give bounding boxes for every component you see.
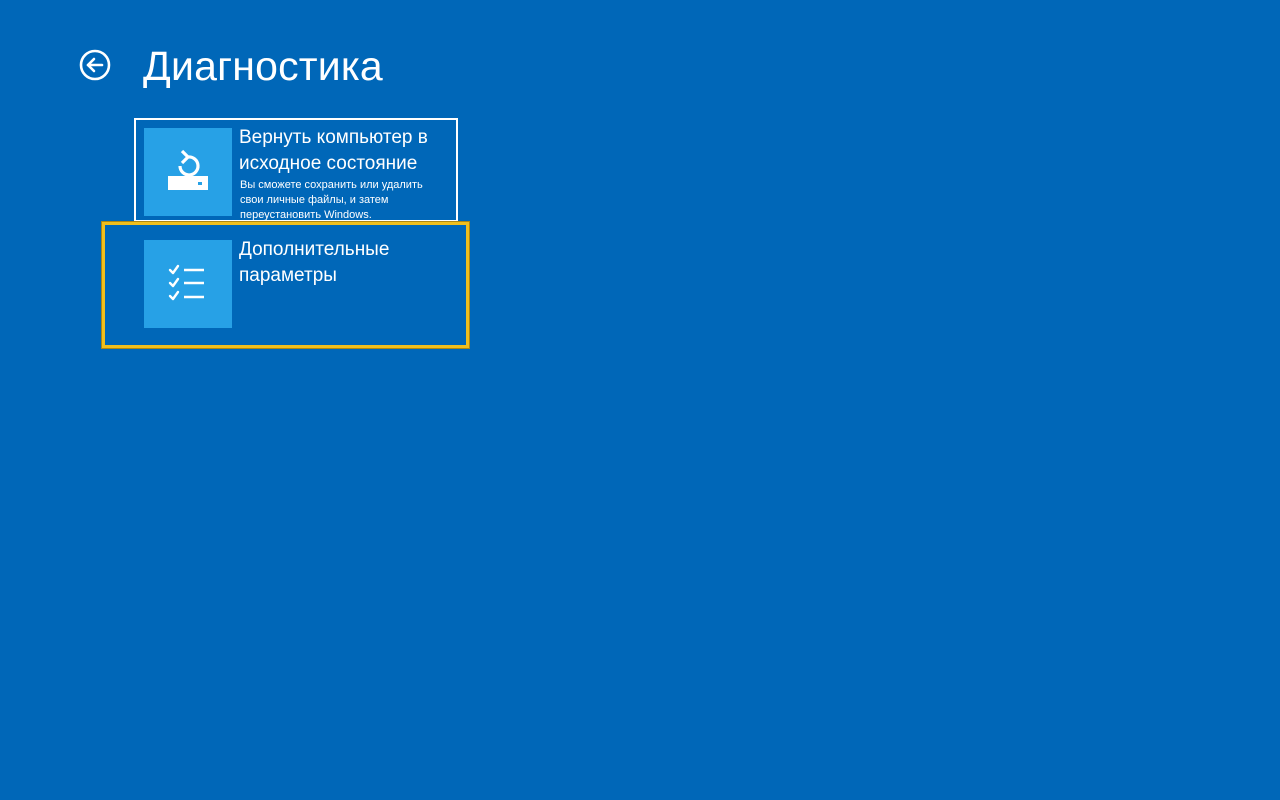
reset-pc-icon	[168, 149, 208, 190]
reset-pc-tile[interactable]: Вернуть компьютер в исходное состояние В…	[134, 118, 458, 222]
checklist-icon	[168, 264, 204, 301]
reset-pc-title: Вернуть компьютер в исходное состояние	[239, 127, 428, 174]
diagnostics-screen: Диагностика Вернуть компьютер в исходное…	[0, 0, 1280, 800]
advanced-options-tile[interactable]: Дополнительные параметры	[102, 222, 469, 348]
advanced-options-icon-box	[144, 240, 232, 328]
reset-pc-description: Вы сможете сохранить или удалить свои ли…	[240, 179, 423, 220]
back-button[interactable]	[79, 49, 111, 81]
advanced-options-title: Дополнительные параметры	[239, 239, 390, 286]
reset-pc-icon-box	[144, 128, 232, 216]
back-arrow-circle-icon	[79, 49, 111, 81]
page-title: Диагностика	[143, 43, 383, 89]
